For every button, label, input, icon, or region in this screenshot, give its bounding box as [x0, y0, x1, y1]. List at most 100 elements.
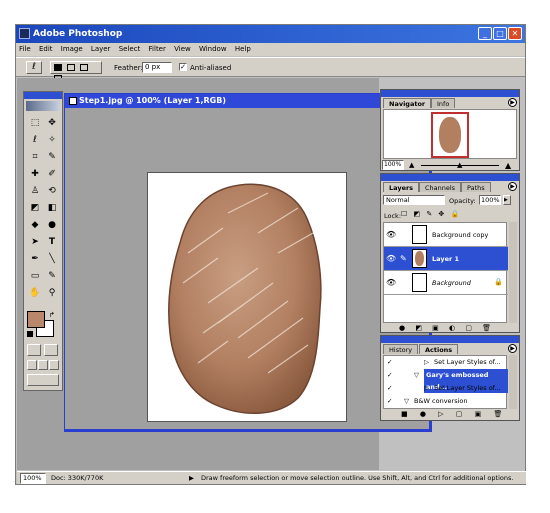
- gradient-tool-icon[interactable]: ◧: [44, 200, 60, 216]
- zoom-slider-thumb[interactable]: ▲: [457, 161, 462, 169]
- minimize-button[interactable]: _: [478, 27, 492, 40]
- dodge-tool-icon[interactable]: ●: [44, 217, 60, 233]
- eye-icon[interactable]: 👁: [386, 254, 396, 263]
- eraser-tool-icon[interactable]: ◩: [27, 200, 43, 216]
- options-bar: ℓ Feather: 0 px ✓ Anti-aliased: [16, 57, 525, 82]
- hand-tool-icon[interactable]: ✋: [27, 285, 43, 301]
- menu-select[interactable]: Select: [116, 43, 144, 56]
- layer-thumbnail: [412, 225, 427, 244]
- eye-icon[interactable]: 👁: [386, 230, 396, 239]
- path-selection-tool-icon[interactable]: ➤: [27, 234, 43, 250]
- navigator-panel: Navigator Info ▶ 100% ▲ ▲ ▲: [380, 89, 520, 171]
- tab-channels[interactable]: Channels: [419, 182, 462, 192]
- collapse-triangle-icon[interactable]: ▽: [414, 369, 419, 381]
- move-tool-icon[interactable]: ✥: [44, 115, 60, 131]
- eye-icon[interactable]: 👁: [386, 278, 396, 287]
- tab-paths[interactable]: Paths: [461, 182, 491, 192]
- action-item[interactable]: ✓ ▽ B&W conversion: [384, 395, 508, 407]
- brush-tool-icon[interactable]: ✐: [44, 166, 60, 182]
- expand-triangle-icon[interactable]: ▷: [424, 382, 429, 394]
- default-colors-icon[interactable]: [27, 331, 33, 337]
- action-label: Set Layer Styles of...: [434, 358, 501, 366]
- image-canvas[interactable]: [147, 172, 347, 422]
- tab-layers[interactable]: Layers: [383, 182, 420, 192]
- healing-brush-tool-icon[interactable]: ✚: [27, 166, 43, 182]
- marquee-tool-icon[interactable]: ⬚: [27, 115, 43, 131]
- menu-image[interactable]: Image: [58, 43, 86, 56]
- status-bar: 100% Doc: 330K/770K ▶ Draw freeform sele…: [17, 471, 526, 484]
- quick-mask-mode-icon[interactable]: [44, 344, 58, 356]
- screen-mode-full-icon[interactable]: [49, 360, 59, 370]
- lasso-preset-icon[interactable]: ℓ: [26, 61, 42, 74]
- zoom-in-icon[interactable]: ▲: [505, 161, 511, 170]
- actions-menu-icon[interactable]: ▶: [508, 344, 517, 353]
- pen-tool-icon[interactable]: ✒: [27, 251, 43, 267]
- foreground-color-swatch[interactable]: [27, 311, 45, 328]
- magic-wand-tool-icon[interactable]: ✧: [44, 132, 60, 148]
- check-icon[interactable]: ✓: [387, 369, 392, 381]
- slice-tool-icon[interactable]: ✎: [44, 149, 60, 165]
- action-item[interactable]: ✓ ▷ Set Layer Styles of...: [384, 382, 508, 394]
- crop-tool-icon[interactable]: ⌗: [27, 149, 43, 165]
- menu-edit[interactable]: Edit: [36, 43, 56, 56]
- document-window: Step1.jpg @ 100% (Layer 1,RGB): [64, 93, 432, 432]
- eyedropper-tool-icon[interactable]: ✎: [44, 268, 60, 284]
- lasso-tool-icon[interactable]: ℓ: [27, 132, 43, 148]
- feather-label: Feather:: [114, 64, 143, 72]
- layers-scrollbar[interactable]: [509, 222, 517, 323]
- status-zoom-field[interactable]: 100%: [20, 473, 46, 484]
- swap-colors-icon[interactable]: ↱: [49, 311, 55, 319]
- status-arrow-icon[interactable]: ▶: [189, 472, 194, 485]
- layers-panel: Layers Channels Paths ▶ Normal Opacity: …: [380, 173, 520, 333]
- type-tool-icon[interactable]: T: [44, 234, 60, 250]
- menu-layer[interactable]: Layer: [88, 43, 114, 56]
- maximize-button[interactable]: □: [493, 27, 507, 40]
- navigator-menu-icon[interactable]: ▶: [508, 98, 517, 107]
- layer-row[interactable]: 👁 Background copy: [384, 223, 508, 247]
- actions-footer-buttons[interactable]: ■ ● ▷ ▢ ▣ 🗑: [401, 410, 507, 418]
- menu-filter[interactable]: Filter: [146, 43, 169, 56]
- tab-history[interactable]: History: [383, 344, 419, 354]
- opacity-field[interactable]: 100%: [479, 195, 501, 205]
- zoom-tool-icon[interactable]: ⚲: [44, 285, 60, 301]
- menu-help[interactable]: Help: [232, 43, 254, 56]
- line-tool-icon[interactable]: ╲: [44, 251, 60, 267]
- collapse-triangle-icon[interactable]: ▽: [404, 395, 409, 407]
- layers-menu-icon[interactable]: ▶: [508, 182, 517, 191]
- menu-file[interactable]: File: [16, 43, 34, 56]
- tab-actions[interactable]: Actions: [419, 344, 459, 354]
- action-item-selected[interactable]: ✓ ▽ Gary's embossed and...: [384, 369, 508, 393]
- selection-mode-buttons[interactable]: [50, 61, 102, 82]
- clone-stamp-tool-icon[interactable]: ♙: [27, 183, 43, 199]
- navigator-view-box[interactable]: [431, 112, 469, 158]
- menu-window[interactable]: Window: [196, 43, 230, 56]
- layers-footer-buttons[interactable]: ● ◩ ▣ ◐ ▢ 🗑: [399, 324, 495, 332]
- screen-mode-standard-icon[interactable]: [27, 360, 37, 370]
- blend-mode-select[interactable]: Normal: [383, 195, 445, 205]
- menu-view[interactable]: View: [171, 43, 194, 56]
- check-icon[interactable]: ✓: [387, 356, 392, 368]
- adobe-feather-logo-icon[interactable]: [26, 101, 60, 111]
- antialias-checkbox[interactable]: ✓: [179, 63, 187, 71]
- check-icon[interactable]: ✓: [387, 395, 392, 407]
- history-brush-tool-icon[interactable]: ⟲: [44, 183, 60, 199]
- feather-input[interactable]: 0 px: [142, 62, 172, 73]
- close-button[interactable]: ✕: [508, 27, 522, 40]
- jump-to-imageready-icon[interactable]: [27, 374, 59, 386]
- standard-mode-icon[interactable]: [27, 344, 41, 356]
- action-item[interactable]: ✓ ▷ Set Layer Styles of...: [384, 356, 508, 368]
- zoom-out-icon[interactable]: ▲: [409, 161, 414, 169]
- check-icon[interactable]: ✓: [387, 382, 392, 394]
- lock-options[interactable]: ☐ ◩ ✎ ✥ 🔒: [401, 210, 461, 218]
- tab-navigator[interactable]: Navigator: [383, 98, 432, 108]
- notes-tool-icon[interactable]: ▭: [27, 268, 43, 284]
- expand-triangle-icon[interactable]: ▷: [424, 356, 429, 368]
- screen-mode-full-menu-icon[interactable]: [38, 360, 48, 370]
- layer-row[interactable]: 👁 Background 🔒: [384, 271, 508, 295]
- navigator-zoom-field[interactable]: 100%: [382, 160, 404, 170]
- actions-scrollbar[interactable]: [509, 355, 517, 409]
- opacity-arrow-icon[interactable]: ▶: [503, 195, 511, 205]
- blur-tool-icon[interactable]: ◆: [27, 217, 43, 233]
- layer-row-selected[interactable]: 👁 ✎ Layer 1: [384, 247, 508, 271]
- tab-info[interactable]: Info: [431, 98, 456, 108]
